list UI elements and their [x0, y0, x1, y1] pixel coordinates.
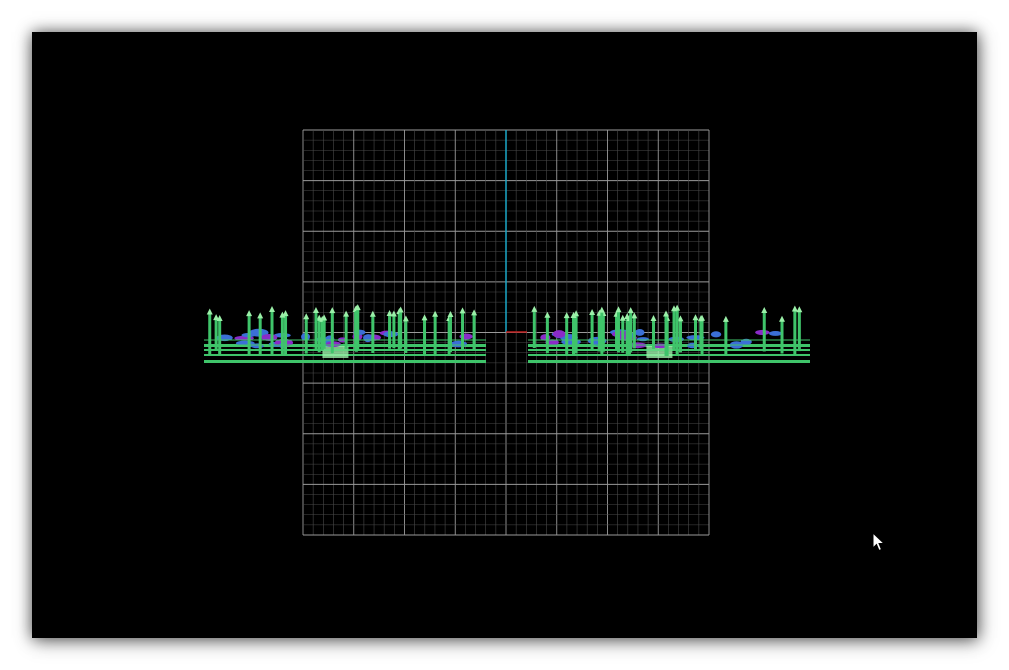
- model-pillar: [532, 309, 536, 349]
- model-pillar: [423, 318, 427, 355]
- model-pillar: [322, 318, 326, 349]
- model-pillar: [314, 310, 318, 350]
- model-pillar: [780, 319, 784, 354]
- model-pillar: [371, 314, 375, 353]
- model-pillar: [247, 314, 251, 356]
- model-pillar: [675, 308, 679, 356]
- 3d-viewport[interactable]: [32, 32, 977, 638]
- model-base-plate: [528, 360, 810, 363]
- model-pillar: [356, 308, 360, 351]
- model-pillar: [672, 309, 676, 351]
- desktop: [0, 0, 1009, 670]
- model-pillar: [392, 314, 396, 349]
- model-pillar: [545, 315, 549, 354]
- model-highlight: [322, 346, 349, 358]
- model-pillar: [678, 319, 682, 353]
- model-cap: [634, 328, 645, 336]
- model-pillar: [616, 310, 620, 353]
- model-base-plate: [204, 360, 486, 363]
- model-cap: [710, 331, 722, 338]
- arrow-cursor-icon: [872, 532, 886, 552]
- model-pillar: [621, 318, 625, 353]
- viewport-background: [32, 32, 977, 638]
- model-pillar: [699, 319, 703, 351]
- model-pillar: [793, 309, 797, 355]
- model-pillar: [574, 314, 578, 354]
- model-pillar: [448, 315, 452, 353]
- model-cap: [755, 329, 770, 335]
- model-pillar: [404, 319, 408, 354]
- model-pillar: [572, 316, 576, 356]
- model-pillar: [304, 317, 308, 354]
- model-pillar: [330, 311, 334, 354]
- model-pillar: [284, 314, 288, 356]
- model-pillar: [632, 316, 636, 349]
- model-cap: [552, 330, 566, 338]
- model-pillar: [652, 318, 656, 349]
- model-pillar: [399, 310, 403, 349]
- model-pillar: [433, 314, 437, 356]
- model-pillar: [724, 319, 728, 355]
- model-cap: [769, 331, 782, 336]
- model-pillar: [270, 310, 274, 355]
- model-cap: [450, 340, 468, 348]
- model-cap: [363, 334, 373, 343]
- model-pillar: [208, 312, 212, 356]
- model-cap: [636, 337, 649, 342]
- model-pillar: [629, 311, 633, 353]
- model-pillar: [600, 310, 604, 354]
- viewer-window: [32, 32, 977, 638]
- model-pillar: [388, 314, 392, 349]
- model-pillar: [317, 318, 321, 353]
- model-pillar: [344, 314, 348, 349]
- model-pillar: [280, 315, 284, 356]
- model-pillar: [694, 318, 698, 351]
- model-pillar: [214, 318, 218, 351]
